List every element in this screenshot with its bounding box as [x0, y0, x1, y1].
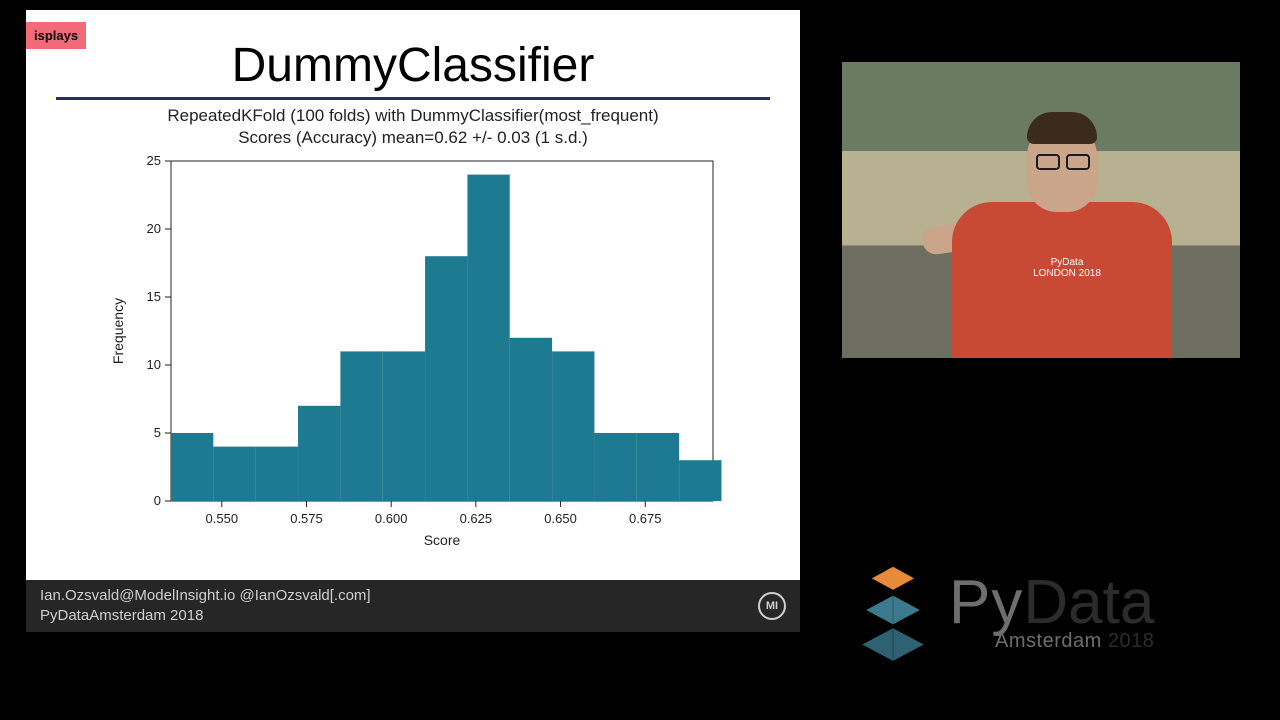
histogram-bar	[298, 406, 340, 501]
y-tick-label: 5	[154, 425, 161, 440]
histogram-bar	[510, 338, 552, 501]
footer-contact: Ian.Ozsvald@ModelInsight.io @IanOzsvald[…	[40, 586, 371, 606]
histogram-bar	[679, 460, 721, 501]
shirt-logo-text: PyDataLONDON 2018	[1027, 257, 1107, 279]
x-tick-label: 0.650	[544, 511, 577, 526]
x-tick-label: 0.675	[629, 511, 662, 526]
glasses-icon	[1036, 154, 1090, 166]
histogram-chart: 0 5 10 15 20 25 0.550 0.575 0.600 0.625 0.650 0.675…	[93, 151, 733, 559]
pydata-logo-icon	[845, 555, 941, 665]
histogram-bar	[383, 351, 425, 501]
histogram-bar	[425, 256, 467, 501]
y-tick-label: 20	[147, 221, 161, 236]
chart-container: RepeatedKFold (100 folds) with DummyClas…	[26, 106, 800, 559]
mi-badge-icon: MI	[758, 592, 786, 620]
histogram-bar	[637, 433, 679, 501]
histogram-bar	[594, 433, 636, 501]
logo-text-data: Data	[1023, 568, 1154, 637]
histogram-bar	[340, 351, 382, 501]
logo-text-py: Py	[949, 568, 1023, 637]
slide-title: DummyClassifier	[26, 38, 800, 93]
histogram-bar	[256, 446, 298, 500]
x-tick-label: 0.550	[206, 511, 239, 526]
y-tick-label: 25	[147, 153, 161, 168]
histogram-bar	[213, 446, 255, 500]
x-tick-label: 0.600	[375, 511, 408, 526]
y-tick-label: 0	[154, 493, 161, 508]
pydata-logo: PyData Amsterdam 2018	[845, 540, 1265, 680]
slide-footer: Ian.Ozsvald@ModelInsight.io @IanOzsvald[…	[26, 580, 800, 632]
x-tick-label: 0.625	[460, 511, 493, 526]
x-axis-label: Score	[424, 532, 461, 548]
title-divider	[56, 97, 770, 100]
y-axis-label: Frequency	[110, 298, 126, 364]
speaker-video: PyDataLONDON 2018	[842, 62, 1240, 358]
displays-tag: isplays	[26, 22, 86, 49]
y-tick-label: 10	[147, 357, 161, 372]
y-tick-label: 15	[147, 289, 161, 304]
chart-title-line2: Scores (Accuracy) mean=0.62 +/- 0.03 (1 …	[26, 128, 800, 148]
chart-title-line1: RepeatedKFold (100 folds) with DummyClas…	[26, 106, 800, 126]
logo-sub-year: 2018	[1108, 630, 1155, 652]
x-tick-label: 0.575	[290, 511, 323, 526]
logo-sub-city: Amsterdam	[995, 630, 1108, 652]
histogram-bar	[171, 433, 213, 501]
slide-pane: isplays DummyClassifier RepeatedKFold (1…	[26, 10, 800, 580]
histogram-bar	[552, 351, 594, 501]
speaker-figure: PyDataLONDON 2018	[932, 92, 1172, 358]
footer-event: PyDataAmsterdam 2018	[40, 606, 371, 626]
histogram-bar	[467, 174, 509, 500]
